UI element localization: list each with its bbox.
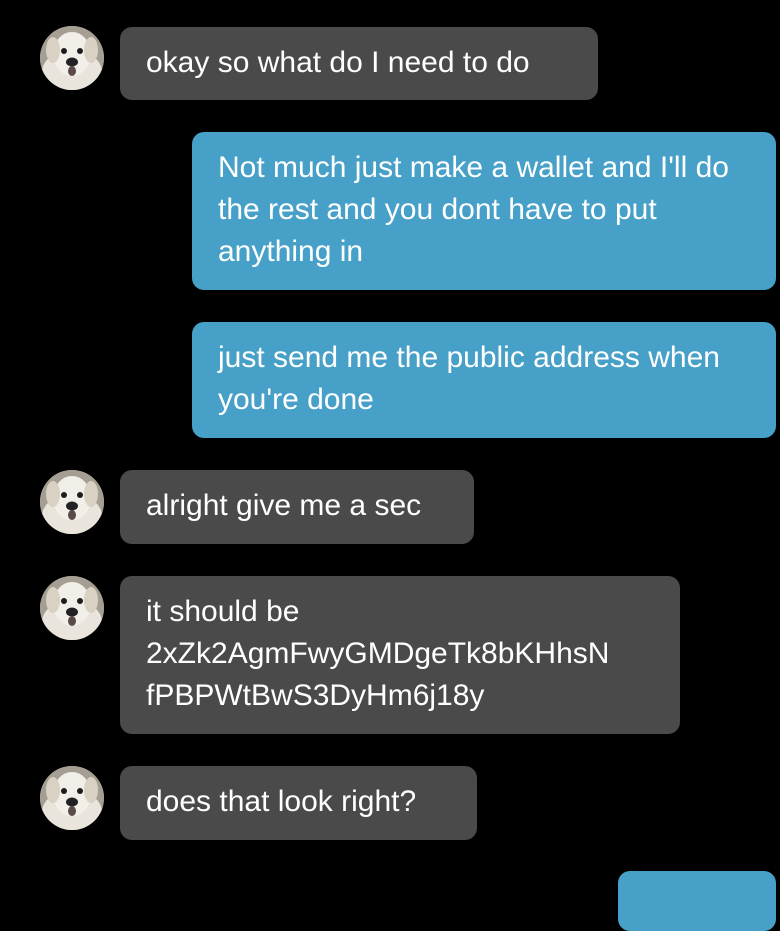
contact-avatar[interactable] [40, 470, 104, 534]
dog-face-avatar-icon [40, 470, 104, 534]
contact-avatar[interactable] [40, 766, 104, 830]
incoming-message-bubble[interactable]: does that look right? [120, 766, 477, 840]
dog-face-avatar-icon [40, 576, 104, 640]
contact-avatar[interactable] [40, 26, 104, 90]
outgoing-message-bubble[interactable] [618, 871, 776, 931]
incoming-message-bubble[interactable]: okay so what do I need to do [120, 27, 598, 100]
incoming-message-bubble[interactable]: it should be 2xZk2AgmFwyGMDgeTk8bKHhsN f… [120, 576, 680, 734]
dog-face-avatar-icon [40, 766, 104, 830]
message-thread[interactable]: okay so what do I need to do Not much ju… [0, 0, 780, 931]
dog-face-avatar-icon [40, 26, 104, 90]
incoming-message-bubble[interactable]: alright give me a sec [120, 470, 474, 544]
outgoing-message-bubble[interactable]: just send me the public address when you… [192, 322, 776, 438]
outgoing-message-bubble[interactable]: Not much just make a wallet and I'll do … [192, 132, 776, 290]
contact-avatar[interactable] [40, 576, 104, 640]
